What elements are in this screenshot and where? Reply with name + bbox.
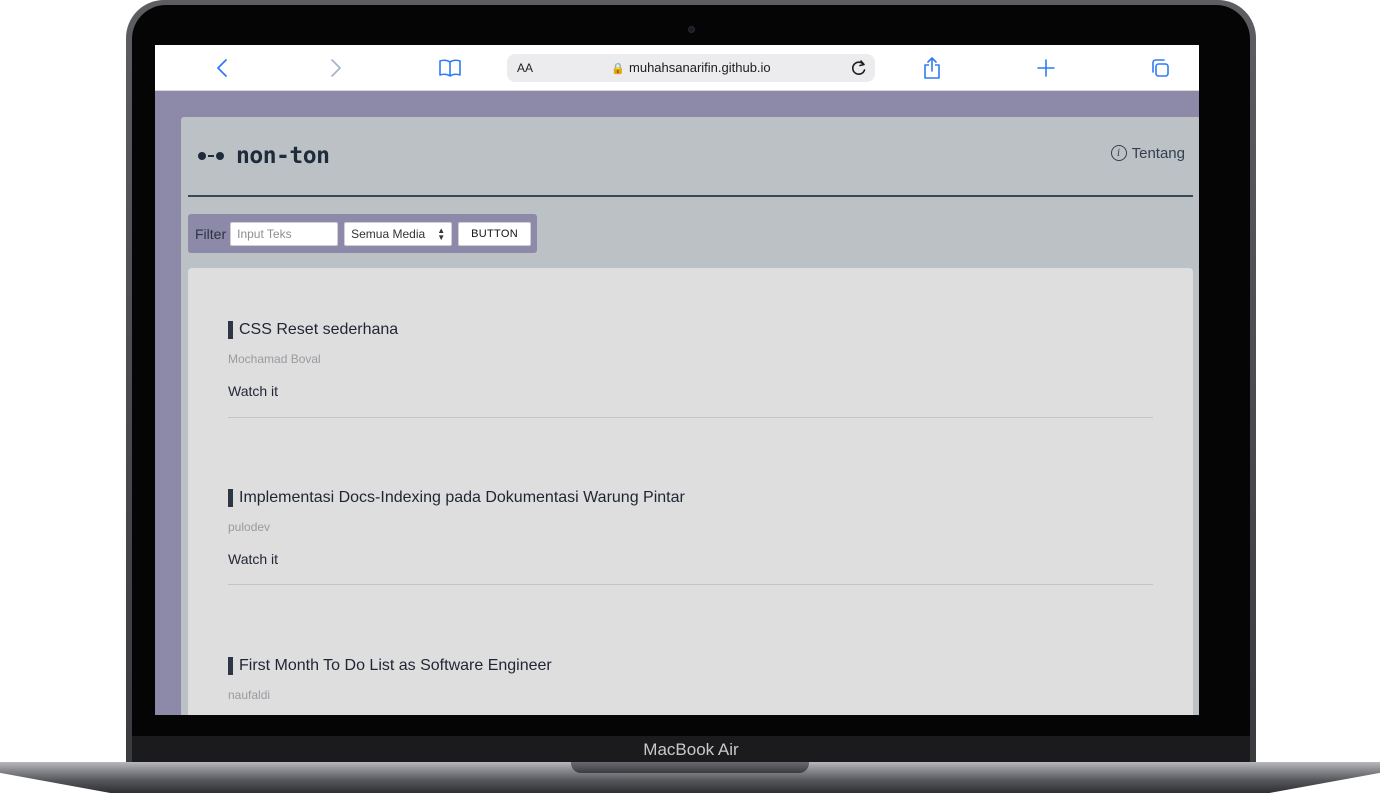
laptop-notch	[571, 762, 809, 773]
title-accent-bar	[228, 657, 233, 675]
device-label: MacBook Air	[643, 740, 739, 759]
media-select[interactable]: Semua Media ▲ ▼	[344, 221, 453, 246]
site-logo[interactable]: non-ton	[198, 143, 330, 169]
lock-icon: 🔒	[611, 63, 626, 75]
filter-label: Filter	[195, 225, 227, 242]
article-title-text: First Month To Do List as Software Engin…	[239, 657, 552, 674]
list-item: CSS Reset sederhana Mochamad Boval Watch…	[228, 320, 1153, 418]
new-tab-icon[interactable]	[1035, 55, 1057, 81]
article-author: naufaldi	[228, 688, 271, 702]
watch-link[interactable]: Watch it	[228, 551, 1153, 569]
article-list: CSS Reset sederhana Mochamad Boval Watch…	[188, 268, 1193, 715]
watch-link[interactable]: Watch it	[228, 383, 1153, 401]
article-title[interactable]: First Month To Do List as Software Engin…	[228, 656, 1153, 676]
back-icon[interactable]	[211, 55, 233, 81]
reload-icon[interactable]	[849, 58, 869, 78]
list-item: First Month To Do List as Software Engin…	[228, 656, 1153, 715]
forward-icon[interactable]	[325, 55, 347, 81]
list-item: Implementasi Docs-Indexing pada Dokument…	[228, 488, 1153, 585]
select-arrows-icon: ▲ ▼	[437, 225, 446, 242]
article-title-text: Implementasi Docs-Indexing pada Dokument…	[239, 489, 685, 506]
web-page: non-ton i Tentang Filter Semua Media ▲▼ …	[181, 117, 1199, 715]
share-icon[interactable]	[921, 55, 943, 81]
browser-screen: AA 🔒 muhahsanarifin.github.io non-ton i …	[155, 45, 1199, 715]
address-bar[interactable]: AA 🔒 muhahsanarifin.github.io	[507, 54, 875, 82]
media-select-value: Semua Media	[351, 226, 426, 241]
info-icon: i	[1110, 145, 1127, 161]
browser-toolbar: AA 🔒 muhahsanarifin.github.io	[155, 45, 1199, 91]
logo-mark-icon	[198, 152, 224, 160]
url-display: 🔒 muhahsanarifin.github.io	[507, 54, 875, 82]
about-link[interactable]: i Tentang	[1110, 143, 1185, 163]
title-accent-bar	[228, 321, 233, 339]
url-text: muhahsanarifin.github.io	[629, 60, 771, 75]
filter-button[interactable]: BUTTON	[458, 221, 531, 246]
filter-text-input[interactable]	[230, 221, 339, 246]
site-header: non-ton i Tentang	[188, 117, 1193, 197]
filter-bar: Filter Semua Media ▲▼ BUTTON	[188, 214, 537, 253]
article-title[interactable]: Implementasi Docs-Indexing pada Dokument…	[228, 488, 1153, 508]
bookmarks-icon[interactable]	[437, 55, 463, 81]
title-accent-bar	[228, 489, 233, 507]
article-author: Mochamad Boval	[228, 352, 321, 366]
article-title[interactable]: CSS Reset sederhana	[228, 320, 1153, 340]
tabs-icon[interactable]	[1149, 55, 1171, 81]
logo-text: non-ton	[236, 143, 330, 169]
article-title-text: CSS Reset sederhana	[239, 321, 399, 338]
article-author: pulodev	[228, 520, 271, 534]
about-label: Tentang	[1131, 144, 1185, 162]
camera-icon	[688, 26, 695, 33]
